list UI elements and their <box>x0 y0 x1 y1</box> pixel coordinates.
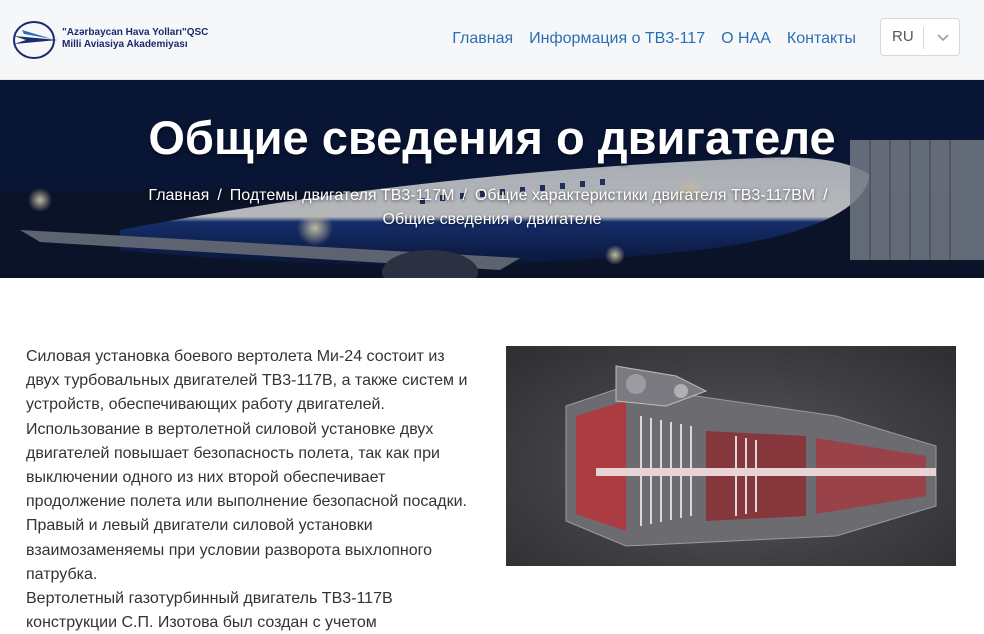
language-select[interactable]: RU <box>880 18 960 56</box>
logo-text: "Azərbaycan Hava Yolları"QSC Milli Avias… <box>62 27 208 51</box>
page-title: Общие сведения о двигателе <box>148 111 836 164</box>
breadcrumb-separator: / <box>823 187 828 204</box>
hero-banner: Общие сведения о двигателе Главная / Подте… <box>0 80 984 278</box>
article-paragraph: Силовая установка боевого вертолета Ми-2… <box>26 348 468 583</box>
article-text: Силовая установка боевого вертолета Ми-2… <box>26 345 481 634</box>
nav-tv3-info[interactable]: Информация о ТВ3-117 <box>521 28 713 50</box>
article-paragraph: Вертолетный газотурбинный двигатель ТВ3-… <box>26 590 393 632</box>
breadcrumb-characteristics[interactable]: Общие характеристики двигателя ТВ3-117ВМ <box>475 187 815 204</box>
engine-cutaway-image <box>506 346 956 566</box>
nav-contacts[interactable]: Контакты <box>779 28 864 50</box>
site-header: "Azərbaycan Hava Yolları"QSC Milli Avias… <box>0 0 984 80</box>
site-logo[interactable]: "Azərbaycan Hava Yolları"QSC Milli Avias… <box>12 18 212 62</box>
breadcrumb-current: Общие сведения о двигателе <box>382 211 602 228</box>
language-divider <box>923 27 924 49</box>
engine-illustration <box>565 365 937 547</box>
chevron-down-icon <box>937 34 949 42</box>
plane-logo-icon <box>13 21 58 59</box>
breadcrumb-home[interactable]: Главная <box>148 187 209 204</box>
logo-line-1: "Azərbaycan Hava Yolları"QSC <box>62 27 209 38</box>
logo-line-2: Milli Aviasiya Akademiyası <box>62 39 188 50</box>
breadcrumb-separator: / <box>217 187 222 204</box>
main-nav: Главная Информация о ТВ3-117 О НАА Конта… <box>444 28 864 50</box>
breadcrumb-subtopics[interactable]: Подтемы двигателя ТВ3-117М <box>230 187 455 204</box>
language-value: RU <box>892 28 914 45</box>
breadcrumb: Главная / Подтемы двигателя ТВ3-117М / Общие… <box>120 184 864 232</box>
nav-home[interactable]: Главная <box>444 28 521 50</box>
nav-about-naa[interactable]: О НАА <box>713 28 779 50</box>
breadcrumb-separator: / <box>462 187 467 204</box>
